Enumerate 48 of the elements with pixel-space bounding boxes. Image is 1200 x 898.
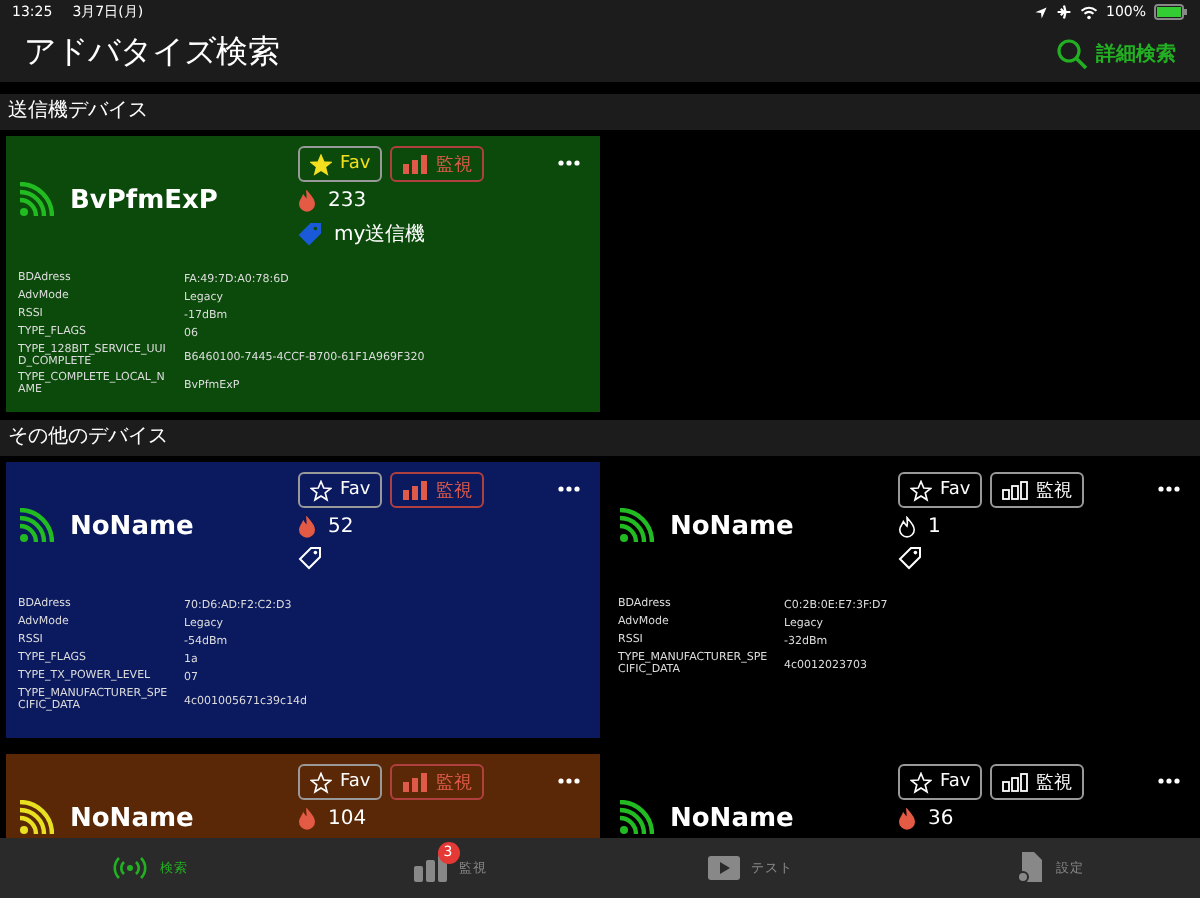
advanced-search-link[interactable]: 詳細検索 — [1096, 39, 1176, 67]
monitor-button[interactable]: 監視 — [990, 472, 1085, 508]
more-icon[interactable] — [558, 486, 580, 492]
star-icon — [910, 479, 932, 501]
bar-chart-icon — [1002, 772, 1029, 792]
star-icon — [310, 153, 332, 175]
device-name: NoName — [670, 803, 794, 833]
more-icon[interactable] — [558, 778, 580, 784]
fav-button[interactable]: Fav — [298, 764, 383, 800]
bar-chart-icon — [413, 854, 447, 882]
bar-chart-icon — [402, 480, 429, 500]
fav-button[interactable]: Fav — [898, 764, 983, 800]
device-card[interactable]: NoName Fav 監視 104 — [6, 754, 600, 838]
battery-icon — [1154, 4, 1188, 20]
fav-button[interactable]: Fav — [298, 146, 383, 182]
device-tag: my送信機 — [334, 220, 426, 248]
airplane-icon — [1055, 4, 1072, 20]
fav-button[interactable]: Fav — [298, 472, 383, 508]
bar-chart-icon — [402, 154, 429, 174]
location-icon — [1033, 5, 1048, 19]
detection-count: 233 — [328, 190, 367, 212]
detection-count: 1 — [928, 516, 941, 538]
more-icon[interactable] — [1158, 778, 1180, 784]
monitor-button[interactable]: 監視 — [390, 472, 485, 508]
monitor-button[interactable]: 監視 — [990, 764, 1085, 800]
bar-chart-icon — [402, 772, 429, 792]
detection-count: 104 — [328, 808, 367, 830]
device-name: BvPfmExP — [70, 185, 218, 215]
page-title: アドバタイズ検索 — [24, 32, 280, 74]
more-icon[interactable] — [558, 160, 580, 166]
document-gear-icon — [1016, 852, 1044, 884]
more-icon[interactable] — [1158, 486, 1180, 492]
search-icon[interactable] — [1056, 37, 1088, 69]
radio-waves-icon — [112, 856, 148, 880]
section-header: 送信機デバイス — [0, 94, 1200, 130]
section-header: その他のデバイス — [0, 420, 1200, 456]
device-name: NoName — [670, 511, 794, 541]
detection-count: 52 — [328, 516, 354, 538]
detection-count: 36 — [928, 808, 954, 830]
play-icon — [707, 856, 739, 880]
bar-chart-icon — [1002, 480, 1029, 500]
fav-button[interactable]: Fav — [898, 472, 983, 508]
star-icon — [310, 479, 332, 501]
star-icon — [310, 771, 332, 793]
star-icon — [910, 771, 932, 793]
device-name: NoName — [70, 803, 194, 833]
wifi-icon — [1079, 5, 1098, 19]
device-name: NoName — [70, 511, 194, 541]
